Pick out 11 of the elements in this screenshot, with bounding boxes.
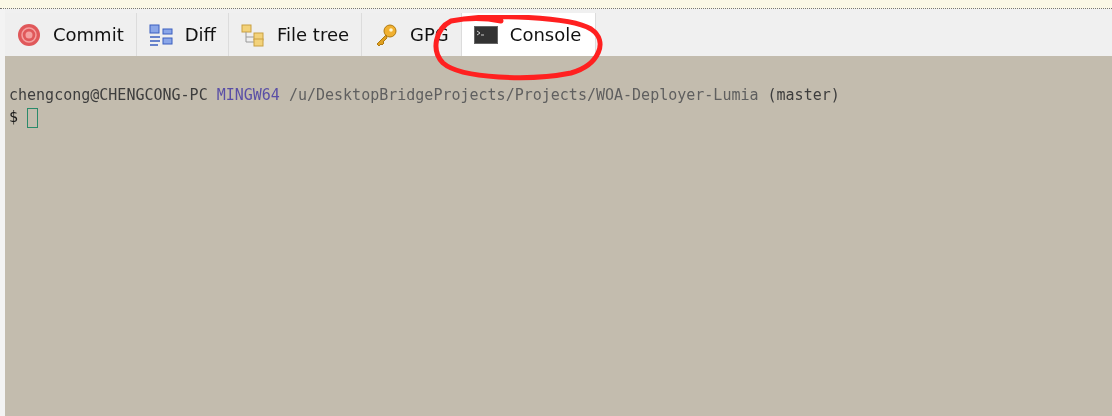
text-cursor [27,108,39,128]
working-path: /u/DesktopBridgeProjects/Projects/WOA-Deployer-Lumia [288,85,759,106]
user-host: chengcong@CHENGCONG-PC [9,85,208,106]
key-icon [374,22,399,47]
branch-name: (master) [767,85,840,106]
prompt-sign: $ [9,107,19,128]
terminal-icon [473,25,498,44]
system-name: MINGW64 [216,85,280,106]
folder-tree-icon [241,22,265,47]
wax-seal-icon [17,22,41,47]
diff-icon [148,22,173,47]
